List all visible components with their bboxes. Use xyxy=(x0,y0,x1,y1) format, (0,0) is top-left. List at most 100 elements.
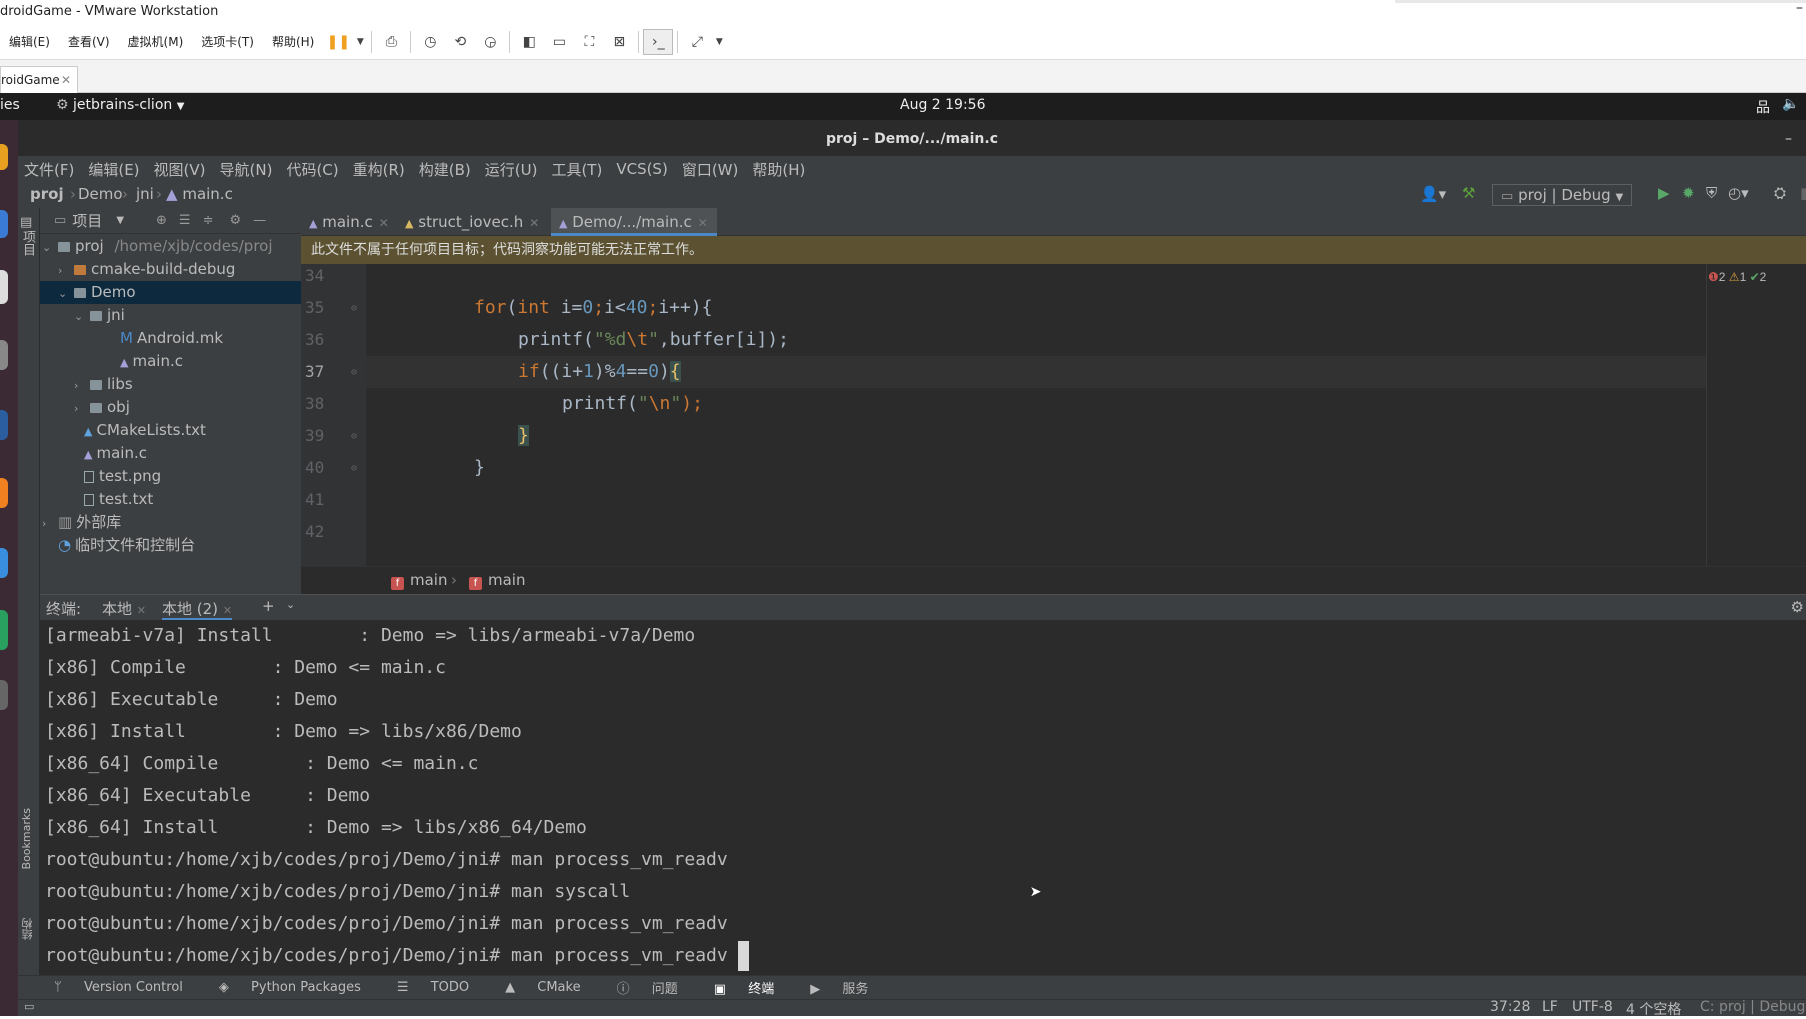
dock-app-icon[interactable] xyxy=(0,270,8,304)
menu-help[interactable]: 帮助(H) xyxy=(752,159,805,180)
line-separator[interactable]: LF xyxy=(1542,999,1558,1015)
close-icon[interactable]: ✕ xyxy=(379,216,389,230)
user-icon[interactable]: 👤▾ xyxy=(1420,185,1446,203)
fullscreen-icon[interactable]: ⛶ xyxy=(574,29,604,55)
vm-menu-help[interactable]: 帮助(H) xyxy=(263,33,323,50)
menu-vcs[interactable]: VCS(S) xyxy=(616,160,667,178)
collapse-all-icon[interactable]: ≑ xyxy=(203,213,214,228)
vm-tab[interactable]: roidGame ✕ xyxy=(0,66,78,93)
activities-button[interactable]: ies xyxy=(0,97,20,113)
tool-python-packages[interactable]: ◈ Python Packages xyxy=(219,980,379,995)
locate-icon[interactable]: ⊕ xyxy=(156,213,167,228)
dock-app-icon[interactable] xyxy=(0,548,8,578)
tree-node-cmakelists[interactable]: ▲ CMakeLists.txt xyxy=(40,419,301,442)
chevron-down-icon[interactable]: ⌄ xyxy=(286,598,295,611)
toggle-panels-icon[interactable]: ▭ xyxy=(24,1000,34,1013)
menu-build[interactable]: 构建(B) xyxy=(419,159,471,180)
send-keys-icon[interactable]: ⎙ xyxy=(376,29,406,55)
snapshot-manager-icon[interactable]: ◶ xyxy=(475,29,505,55)
menu-edit[interactable]: 编辑(E) xyxy=(88,159,139,180)
tree-node-demo[interactable]: ⌄ Demo xyxy=(40,281,301,304)
chevron-down-icon[interactable]: ⌄ xyxy=(74,305,90,328)
code-editor[interactable]: ❶2 ⚠1 ✔2 for(int i=0;i<40;i++){ printf("… xyxy=(366,264,1806,566)
coverage-icon[interactable]: ⛨ xyxy=(1706,184,1717,202)
debug-icon[interactable]: ✹ xyxy=(1682,184,1695,202)
chevron-right-icon[interactable]: › xyxy=(74,397,90,420)
vm-menu-tabs[interactable]: 选项卡(T) xyxy=(192,33,263,50)
structure-tool-button[interactable]: 结构 xyxy=(20,918,36,940)
run-icon[interactable]: ▶ xyxy=(1658,184,1670,202)
chevron-right-icon[interactable]: › xyxy=(42,512,58,535)
chevron-right-icon[interactable]: › xyxy=(74,374,90,397)
revert-snapshot-icon[interactable]: ⟲ xyxy=(445,29,475,55)
sidebar-toggle-icon[interactable]: ◧ xyxy=(514,29,544,55)
vm-menu-edit[interactable]: 编辑(E) xyxy=(0,33,59,50)
attach-icon[interactable]: ⛭ xyxy=(1774,184,1786,202)
gear-icon[interactable]: ⚙ xyxy=(1791,598,1804,616)
tool-cmake[interactable]: ▲ CMake xyxy=(505,980,598,995)
resolve-context[interactable]: C: proj | Debug xyxy=(1700,999,1805,1015)
menu-code[interactable]: 代码(C) xyxy=(286,159,338,180)
build-hammer-icon[interactable]: ⚒ xyxy=(1462,184,1475,202)
fold-marker-icon[interactable]: ⊖ xyxy=(351,367,357,378)
close-icon[interactable]: ✕ xyxy=(137,604,146,617)
nav-crumb-demo[interactable]: Demo xyxy=(78,185,123,203)
crumb-function-main[interactable]: f main xyxy=(469,571,525,590)
caret-position[interactable]: 37:28 xyxy=(1490,999,1530,1015)
terminal-tab-local-2[interactable]: 本地 (2) ✕ xyxy=(162,595,233,621)
nav-crumb-file[interactable]: ▲ main.c xyxy=(166,185,233,203)
nav-crumb-jni[interactable]: jni xyxy=(136,185,154,203)
tool-terminal[interactable]: ▣ 终端 xyxy=(714,978,792,997)
tree-node-jni-main-c[interactable]: ▲ main.c xyxy=(40,350,301,373)
menu-tools[interactable]: 工具(T) xyxy=(551,159,602,180)
inspection-widget[interactable]: ❶2 ⚠1 ✔2 xyxy=(1708,270,1766,284)
tree-node-test-png[interactable]: test.png xyxy=(40,465,301,488)
minimize-icon[interactable]: – xyxy=(1796,0,1803,16)
expand-all-icon[interactable]: ☰ xyxy=(179,213,191,228)
fold-marker-icon[interactable]: ⊖ xyxy=(351,463,357,474)
dropdown-icon[interactable]: ▼ xyxy=(712,29,726,55)
chevron-down-icon[interactable]: ⌄ xyxy=(42,236,58,259)
tree-node-obj[interactable]: › obj xyxy=(40,396,301,419)
close-icon[interactable]: ✕ xyxy=(61,67,71,94)
close-icon[interactable]: ✕ xyxy=(698,216,708,230)
tree-node-proj[interactable]: ⌄ proj /home/xjb/codes/proj xyxy=(40,235,301,258)
vm-menu-vm[interactable]: 虚拟机(M) xyxy=(119,33,193,50)
project-panel-title[interactable]: 项目 xyxy=(72,210,102,231)
stretch-icon[interactable]: ⤢ xyxy=(682,29,712,55)
tree-node-external-libs[interactable]: › ▥ 外部库 xyxy=(40,511,301,534)
tool-version-control[interactable]: ᛘ Version Control xyxy=(54,980,201,995)
clock[interactable]: Aug 2 19:56 xyxy=(900,97,986,113)
chevron-right-icon[interactable]: › xyxy=(58,259,74,282)
tree-node-jni[interactable]: ⌄ jni xyxy=(40,304,301,327)
bookmarks-tool-button[interactable]: Bookmarks xyxy=(20,808,33,869)
dock-app-icon[interactable] xyxy=(0,410,8,440)
hide-icon[interactable]: — xyxy=(253,213,266,228)
terminal-output[interactable]: [armeabi-v7a] Install : Demo => libs/arm… xyxy=(40,620,1806,975)
tree-node-android-mk[interactable]: M Android.mk xyxy=(40,327,301,350)
tool-todo[interactable]: ☰ TODO xyxy=(397,980,487,995)
project-tool-button[interactable]: ▤ 项目 xyxy=(20,216,36,260)
menu-file[interactable]: 文件(F) xyxy=(24,159,74,180)
fold-marker-icon[interactable]: ⊖ xyxy=(351,303,357,314)
dock-app-icon[interactable] xyxy=(0,144,8,170)
volume-icon[interactable]: 🔈 xyxy=(1782,96,1799,112)
indent-setting[interactable]: 4 个空格 xyxy=(1626,999,1681,1019)
pause-icon[interactable]: ❚❚ xyxy=(323,29,353,55)
fold-marker-icon[interactable]: ⊖ xyxy=(351,431,357,442)
tool-services[interactable]: ▶ 服务 xyxy=(810,978,886,997)
tree-node-cmake-build-debug[interactable]: › cmake-build-debug xyxy=(40,258,301,281)
menu-window[interactable]: 窗口(W) xyxy=(682,159,739,180)
file-encoding[interactable]: UTF-8 xyxy=(1572,999,1613,1015)
dock-app-icon[interactable] xyxy=(0,210,8,238)
network-icon[interactable]: 品 xyxy=(1756,97,1770,117)
vm-menu-view[interactable]: 查看(V) xyxy=(59,33,119,50)
dock-app-icon[interactable] xyxy=(0,680,8,710)
add-tab-icon[interactable]: + xyxy=(262,597,275,615)
dock-app-icon[interactable] xyxy=(0,478,8,508)
crumb-function-main[interactable]: f main xyxy=(391,571,447,590)
stop-icon[interactable]: ■ xyxy=(1800,184,1806,202)
menu-refactor[interactable]: 重构(R) xyxy=(353,159,405,180)
tree-node-scratches[interactable]: ◔ 临时文件和控制台 xyxy=(40,534,301,557)
menu-navigate[interactable]: 导航(N) xyxy=(220,159,273,180)
